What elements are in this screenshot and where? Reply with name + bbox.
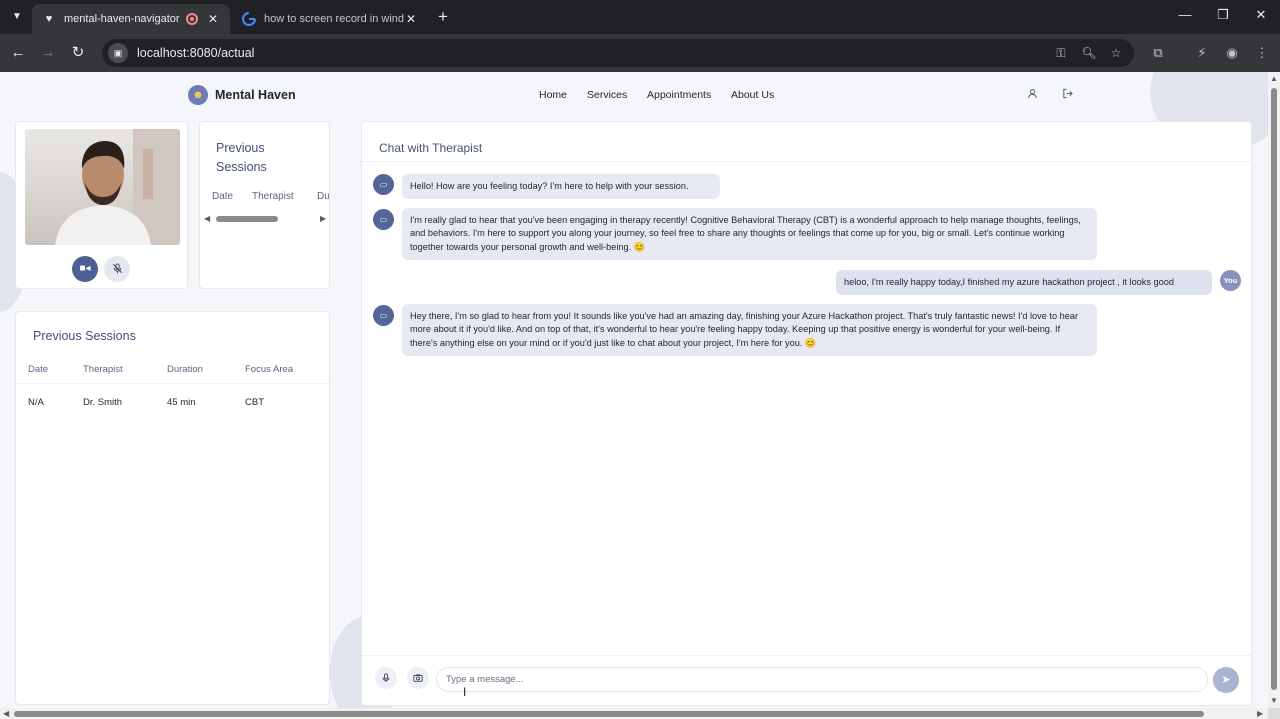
browser-toolbar: ← → ↻ ▣ localhost:8080/actual ⚿ 🔍︎ ☆ ⧉ ⚡…	[0, 34, 1280, 72]
profile-icon[interactable]: ◉	[1223, 44, 1241, 62]
horizontal-scrollbar[interactable]: ◀ ▶	[204, 214, 328, 224]
previous-sessions-card: Previous Sessions Date Therapist Duratio…	[15, 311, 330, 705]
close-tab-icon[interactable]: ✕	[206, 12, 220, 26]
scroll-up-icon[interactable]: ▲	[1270, 74, 1278, 83]
text-cursor-icon: I	[463, 685, 467, 699]
column-header: Date	[28, 364, 49, 375]
cell-duration: 45 min	[167, 397, 196, 408]
toggle-mute-button[interactable]	[104, 256, 130, 282]
toggle-camera-button[interactable]: ■◂	[72, 256, 98, 282]
heart-favicon-icon: ♥	[45, 13, 53, 25]
message-input[interactable]	[436, 667, 1208, 692]
page: ☻ Mental Haven Home Services Appointment…	[0, 72, 1268, 708]
user-message: heloo, I'm really happy today,I finished…	[836, 270, 1212, 296]
password-key-icon[interactable]: ⚿	[1052, 45, 1070, 61]
column-header: Date	[212, 191, 234, 202]
user-profile-icon[interactable]	[1024, 88, 1040, 104]
nav-appointments[interactable]: Appointments	[647, 89, 711, 101]
zoom-icon[interactable]: 🔍︎	[1080, 45, 1098, 61]
therapist-avatar-icon: ▭	[373, 209, 394, 230]
nav-services[interactable]: Services	[587, 89, 627, 101]
vertical-scrollbar[interactable]: ▲ ▼	[1268, 72, 1280, 708]
nav-home[interactable]: Home	[539, 89, 567, 101]
chat-card: Chat with Therapist ▭ Hello! How are you…	[361, 121, 1252, 706]
close-tab-icon[interactable]: ✕	[404, 12, 418, 26]
brand[interactable]: ☻ Mental Haven	[188, 85, 296, 105]
recording-icon	[186, 13, 198, 25]
scroll-right-icon[interactable]: ▶	[1257, 709, 1263, 718]
tab-title: how to screen record in window	[264, 13, 404, 25]
minimize-icon[interactable]: —	[1174, 6, 1196, 24]
tab-title: mental-haven-navigator	[64, 13, 180, 25]
restore-icon[interactable]: ❐	[1212, 6, 1234, 24]
tab-mental-haven[interactable]: ♥ mental-haven-navigator ✕	[32, 4, 230, 34]
previous-sessions-mini-card: Previous Sessions Date Therapist Du ◀ ▶	[199, 121, 330, 289]
brand-logo-icon: ☻	[188, 85, 208, 105]
browser-tab-strip: ▼ ♥ mental-haven-navigator ✕ how to scre…	[0, 0, 1280, 34]
camera-button[interactable]	[407, 667, 429, 689]
cell-date: N/A	[28, 397, 44, 408]
video-feed	[25, 129, 180, 245]
tab-search-icon[interactable]: ▼	[8, 9, 26, 25]
video-card: ■◂	[15, 121, 188, 289]
site-info-icon[interactable]: ▣	[108, 43, 128, 63]
therapist-message: Hey there, I'm so glad to hear from you!…	[402, 304, 1097, 357]
address-bar[interactable]: ▣ localhost:8080/actual ⚿ 🔍︎ ☆	[102, 39, 1134, 67]
therapist-avatar-icon: ▭	[373, 305, 394, 326]
send-button[interactable]: ➤	[1213, 667, 1239, 693]
scroll-thumb[interactable]	[1271, 88, 1277, 690]
divider	[362, 655, 1251, 656]
therapist-avatar-icon: ▭	[373, 174, 394, 195]
chat-title: Chat with Therapist	[379, 141, 483, 155]
new-tab-icon[interactable]: +	[434, 8, 452, 26]
forward-icon[interactable]: →	[38, 43, 58, 63]
scroll-thumb[interactable]	[14, 711, 1204, 717]
scroll-left-icon[interactable]: ◀	[3, 709, 9, 718]
therapist-message: Hello! How are you feeling today? I'm he…	[402, 174, 720, 200]
therapist-message: I'm really glad to hear that you've been…	[402, 208, 1097, 261]
menu-kebab-icon[interactable]: ⋮	[1253, 44, 1271, 62]
cell-focus-area: CBT	[245, 397, 264, 408]
google-favicon-icon	[242, 12, 256, 26]
close-window-icon[interactable]: ✕	[1250, 6, 1272, 24]
column-header: Duration	[167, 364, 203, 375]
extensions-icon[interactable]: ⧉	[1149, 44, 1167, 62]
column-header: Focus Area	[245, 364, 294, 375]
back-icon[interactable]: ←	[8, 43, 28, 63]
logout-icon[interactable]	[1059, 88, 1075, 104]
scrollbar-corner	[1268, 708, 1280, 719]
divider	[16, 383, 329, 384]
scroll-down-icon[interactable]: ▼	[1270, 696, 1278, 705]
section-title: Previous Sessions	[33, 329, 136, 343]
tab-screen-record[interactable]: how to screen record in window ✕	[232, 4, 428, 34]
divider	[362, 161, 1251, 162]
column-header: Therapist	[83, 364, 123, 375]
url-text[interactable]: localhost:8080/actual	[137, 46, 254, 60]
scroll-thumb[interactable]	[216, 216, 278, 222]
cell-therapist: Dr. Smith	[83, 397, 123, 408]
scroll-left-icon[interactable]: ◀	[204, 214, 210, 223]
nav-about-us[interactable]: About Us	[731, 89, 774, 101]
column-header: Du	[317, 191, 330, 202]
voice-input-button[interactable]	[375, 667, 397, 689]
column-header: Therapist	[252, 191, 294, 202]
bookmark-star-icon[interactable]: ☆	[1107, 45, 1125, 61]
reload-icon[interactable]: ↻	[68, 43, 88, 63]
horizontal-scrollbar[interactable]: ◀ ▶	[0, 708, 1268, 719]
brand-name: Mental Haven	[215, 88, 296, 102]
user-avatar: You	[1220, 270, 1241, 291]
performance-icon[interactable]: ⚡︎	[1193, 44, 1211, 62]
section-title: Previous Sessions	[216, 141, 267, 174]
scroll-right-icon[interactable]: ▶	[320, 214, 326, 223]
